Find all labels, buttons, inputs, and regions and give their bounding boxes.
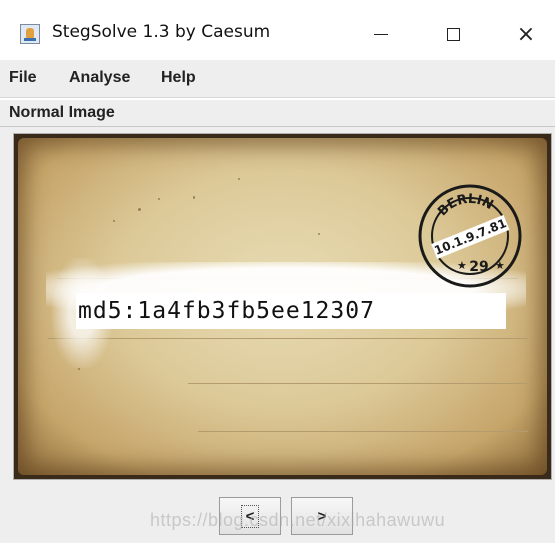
menu-help[interactable]: Help xyxy=(161,69,196,87)
image-viewport[interactable]: md5:1a4fb3fb5ee12307 BERLIN 10.1.9.7.81 … xyxy=(13,133,552,480)
java-app-icon xyxy=(20,24,40,44)
close-icon: × xyxy=(516,21,536,47)
speck xyxy=(138,208,141,211)
window-title: StegSolve 1.3 by Caesum xyxy=(52,22,271,42)
svg-text:BERLIN: BERLIN xyxy=(435,192,496,219)
svg-text:★: ★ xyxy=(495,259,505,272)
ruled-line xyxy=(198,431,528,432)
postmark-city: BERLIN xyxy=(435,192,496,219)
speck xyxy=(238,178,240,180)
postcard-image: md5:1a4fb3fb5ee12307 BERLIN 10.1.9.7.81 … xyxy=(18,138,547,475)
postmark-stamp: BERLIN 10.1.9.7.81 29 ★ ★ xyxy=(418,184,522,288)
menu-analyse[interactable]: Analyse xyxy=(69,69,130,87)
maximize-icon xyxy=(446,27,460,41)
close-button[interactable]: × xyxy=(503,14,549,54)
menu-file[interactable]: File xyxy=(9,69,37,87)
maximize-button[interactable] xyxy=(430,14,476,54)
speck xyxy=(113,220,115,222)
postmark-code: 29 xyxy=(469,259,488,275)
speck xyxy=(193,196,195,199)
watermark-text: https://blog.csdn.net/xixihahawuwu xyxy=(150,510,446,530)
title-bar[interactable]: StegSolve 1.3 by Caesum × xyxy=(0,0,555,60)
ruled-line xyxy=(188,383,528,384)
hidden-md5-text: md5:1a4fb3fb5ee12307 xyxy=(78,298,375,324)
image-mode-label: Normal Image xyxy=(0,100,555,126)
minimize-button[interactable] xyxy=(358,14,404,54)
speck xyxy=(78,368,80,370)
speck xyxy=(318,233,320,235)
menu-bar: File Analyse Help xyxy=(0,60,555,98)
postmark-date: 10.1.9.7.81 xyxy=(432,216,508,258)
svg-text:★: ★ xyxy=(457,259,467,272)
ruled-line xyxy=(48,338,528,339)
speck xyxy=(158,198,160,200)
minimize-icon xyxy=(374,33,388,35)
